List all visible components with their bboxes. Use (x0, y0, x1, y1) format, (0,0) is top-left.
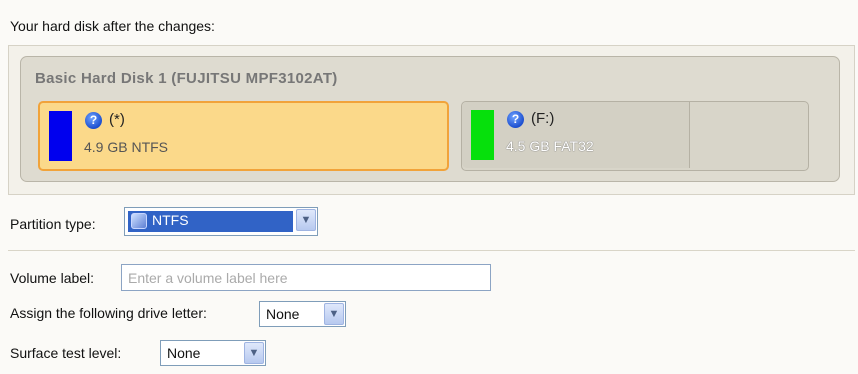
chevron-down-icon[interactable]: ▼ (244, 342, 264, 364)
partition-2-name: (F:) (531, 110, 555, 127)
partition-2-color-swatch (471, 110, 494, 160)
volume-label-label: Volume label: (10, 270, 95, 286)
surface-test-value: None (167, 345, 201, 361)
disk-title: Basic Hard Disk 1 (FUJITSU MPF3102AT) (35, 70, 338, 87)
partition-2-used-area (462, 102, 690, 168)
chevron-down-icon[interactable]: ▼ (324, 303, 344, 325)
partition-type-value: NTFS (152, 212, 189, 228)
partition-2[interactable]: ? (F:) 4.5 GB FAT32 (461, 101, 809, 171)
hard-disk-panel: Basic Hard Disk 1 (FUJITSU MPF3102AT) ? … (20, 56, 840, 182)
surface-test-select[interactable]: None ▼ (160, 340, 266, 366)
page-heading: Your hard disk after the changes: (10, 18, 215, 34)
volume-label-input[interactable] (121, 264, 491, 291)
partition-2-size: 4.5 GB FAT32 (506, 138, 594, 154)
help-icon: ? (507, 111, 524, 128)
drive-letter-label: Assign the following drive letter: (10, 305, 207, 321)
partition-1-size: 4.9 GB NTFS (84, 139, 169, 155)
partition-type-select[interactable]: NTFS ▼ (124, 207, 318, 236)
surface-test-label: Surface test level: (10, 345, 122, 361)
partition-type-selected-item: NTFS (128, 211, 293, 232)
help-icon: ? (85, 112, 102, 129)
partition-1[interactable]: ? (*) 4.9 GB NTFS (38, 101, 449, 171)
drive-letter-value: None (266, 306, 300, 322)
disk-map-frame: Basic Hard Disk 1 (FUJITSU MPF3102AT) ? … (8, 45, 855, 195)
section-divider (8, 250, 855, 251)
partition-1-name: (*) (109, 111, 125, 128)
drive-letter-select[interactable]: None ▼ (259, 301, 346, 327)
chevron-down-icon[interactable]: ▼ (296, 209, 316, 231)
partition-1-color-swatch (49, 111, 72, 161)
partition-type-label: Partition type: (10, 216, 96, 232)
ntfs-filesystem-icon (131, 213, 147, 229)
